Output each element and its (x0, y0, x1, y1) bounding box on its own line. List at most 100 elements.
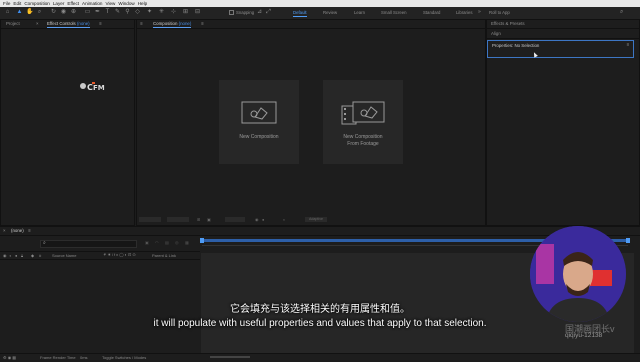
timeline-switches: ▣ ◠ ▤ ◎ ▦ (145, 240, 197, 246)
close-icon[interactable]: × (36, 21, 39, 26)
subtitle-english: it will populate with useful properties … (153, 318, 487, 329)
timeline-footer: ⚙ ◉ ▦ Frame Render Time 0ms Toggle Switc… (0, 353, 640, 362)
left-panel: Project × Effect Controls (none) ≡ C FM (0, 19, 135, 226)
motion-blur-icon[interactable]: ◎ (175, 240, 179, 245)
rectangle-tool-icon[interactable]: ▭ (84, 9, 91, 16)
watermark-handle: qiqiyu-12138 (565, 332, 603, 339)
search-help-icon[interactable]: ⌕ (620, 9, 623, 16)
panel-menu-icon[interactable]: ≡ (201, 21, 204, 26)
menu-icon[interactable]: ≡ (140, 21, 143, 26)
tab-composition-label: Composition (153, 21, 178, 26)
resolution-dropdown[interactable] (167, 217, 189, 222)
snap-options-icon[interactable]: ⊿ (256, 9, 263, 16)
color-icon[interactable]: ● (262, 217, 264, 222)
menu-edit[interactable]: Edit (13, 0, 21, 7)
snapping-label: Snapping (236, 10, 255, 15)
mask-icon[interactable]: ▣ (207, 217, 211, 222)
tab-effect-controls-label: Effect Controls (47, 21, 76, 26)
panel-menu-icon[interactable]: ≡ (99, 21, 102, 26)
menu-effect[interactable]: Effect (67, 0, 79, 7)
home-icon[interactable]: ⌂ (4, 9, 11, 16)
effects-presets-title[interactable]: Effects & Presets (491, 21, 525, 26)
workspace-small-screen[interactable]: Small Screen (381, 10, 407, 15)
zoom-tool-icon[interactable]: ⌕ (36, 9, 43, 16)
brush-tool-icon[interactable]: ✎ (114, 9, 121, 16)
pen-tool-icon[interactable]: ✒ (94, 9, 101, 16)
menu-bar: File Edit Composition Layer Effect Anima… (0, 0, 640, 7)
tab-composition-item: (none) (178, 21, 192, 26)
menu-view[interactable]: View (105, 0, 115, 7)
eraser-tool-icon[interactable]: ◇ (134, 9, 141, 16)
menu-window[interactable]: Window (118, 0, 134, 7)
graph-editor-icon[interactable]: ▦ (185, 240, 189, 245)
rotate-tool-icon[interactable]: ↻ (50, 9, 57, 16)
audio-switch-icon[interactable]: ◖ (9, 253, 11, 258)
camera-snapshot-icon[interactable]: ◉ (255, 217, 259, 222)
lock-switch-icon[interactable]: 🔒︎ (21, 253, 23, 258)
draft-3d-icon[interactable]: ▣ (145, 240, 149, 245)
workspace-standard[interactable]: Standard (423, 10, 440, 15)
svg-text:FM: FM (93, 84, 105, 92)
card-label-line2: From Footage (347, 140, 379, 147)
new-composition-icon (241, 101, 277, 124)
tab-composition[interactable]: Composition (none) (153, 21, 192, 28)
view-dropdown[interactable] (225, 217, 245, 222)
menu-composition[interactable]: Composition (24, 0, 50, 7)
workspace-more-icon[interactable]: » (478, 9, 481, 15)
hand-tool-icon[interactable]: ✋ (26, 9, 33, 16)
selection-tool-icon[interactable]: ▲ (16, 9, 23, 16)
workspace-libraries[interactable]: Libraries (456, 10, 472, 15)
snap-expand-icon[interactable]: ⤢ (265, 9, 272, 16)
panel-menu-icon[interactable]: ≡ (28, 228, 31, 233)
type-tool-icon[interactable]: T (104, 9, 111, 16)
exposure-icon[interactable]: ◐ (283, 217, 285, 222)
pan-behind-tool-icon[interactable]: ⊕ (70, 9, 77, 16)
adaptive-dropdown[interactable]: Adaptive (305, 217, 327, 222)
axis-mode-world-icon[interactable]: ⊞ (182, 9, 189, 16)
toggle-switches-modes[interactable]: Toggle Switches / Modes (102, 355, 146, 360)
menu-layer[interactable]: Layer (53, 0, 65, 7)
align-title[interactable]: Align (491, 31, 501, 36)
menu-help[interactable]: Help (138, 0, 147, 7)
new-composition-from-footage-card[interactable]: New Composition From Footage (323, 80, 403, 164)
parent-link-header[interactable]: Parent & Link (152, 253, 176, 258)
source-name-header[interactable]: Source Name (52, 253, 76, 258)
workspace-review[interactable]: Review (323, 10, 337, 15)
work-area-start-handle[interactable] (200, 238, 204, 243)
video-switch-icon[interactable]: ◉ (3, 253, 7, 258)
tab-project[interactable]: Project (6, 21, 20, 26)
zoom-slider[interactable] (210, 356, 250, 358)
label-icon[interactable]: ◆ (31, 253, 34, 258)
new-composition-from-footage-label: New Composition From Footage (323, 134, 403, 147)
solo-switch-icon[interactable]: ● (15, 253, 17, 258)
camera-tool-icon[interactable]: ◉ (60, 9, 67, 16)
layer-column-header: ◉ ◖ ● 🔒︎ ◆ # Source Name ⚘✷/fx◯◐⊡⊙ Paren… (0, 251, 200, 260)
puppet-tool-icon[interactable]: ✳ (158, 9, 165, 16)
shy-icon[interactable]: ◠ (155, 240, 159, 245)
snapping-checkbox[interactable] (229, 10, 234, 15)
panel-menu-icon[interactable]: ≡ (626, 42, 629, 47)
axis-mode-view-icon[interactable]: ⊟ (194, 9, 201, 16)
tab-effect-controls[interactable]: Effect Controls (none) (47, 21, 90, 28)
grid-icon[interactable]: ⊞ (197, 217, 200, 222)
frame-blend-icon[interactable]: ▤ (165, 240, 169, 245)
properties-panel[interactable]: Properties: No Selection ≡ (487, 40, 634, 58)
close-icon[interactable]: × (3, 228, 6, 233)
work-area-end-handle[interactable] (626, 238, 630, 243)
menu-file[interactable]: File (3, 0, 10, 7)
new-composition-card[interactable]: New Composition (219, 80, 299, 164)
roll-to-app[interactable]: Roll to App (489, 10, 510, 15)
menu-animation[interactable]: Animation (82, 0, 102, 7)
switches-header-icons: ⚘✷/fx◯◐⊡⊙ (103, 252, 137, 257)
frame-render-time-label: Frame Render Time (40, 355, 76, 360)
axis-mode-icon[interactable]: ⊹ (170, 9, 177, 16)
magnification-dropdown[interactable] (139, 217, 161, 222)
clone-stamp-tool-icon[interactable]: ⚲ (124, 9, 131, 16)
roto-brush-tool-icon[interactable]: ✦ (146, 9, 153, 16)
workspace-learn[interactable]: Learn (354, 10, 365, 15)
workspace-default[interactable]: Default (293, 10, 307, 17)
timeline-tab[interactable]: (none) (11, 228, 24, 233)
timeline-search-input[interactable] (40, 240, 137, 248)
footer-icons[interactable]: ⚙ ◉ ▦ (3, 355, 16, 360)
number-icon: # (39, 253, 42, 258)
